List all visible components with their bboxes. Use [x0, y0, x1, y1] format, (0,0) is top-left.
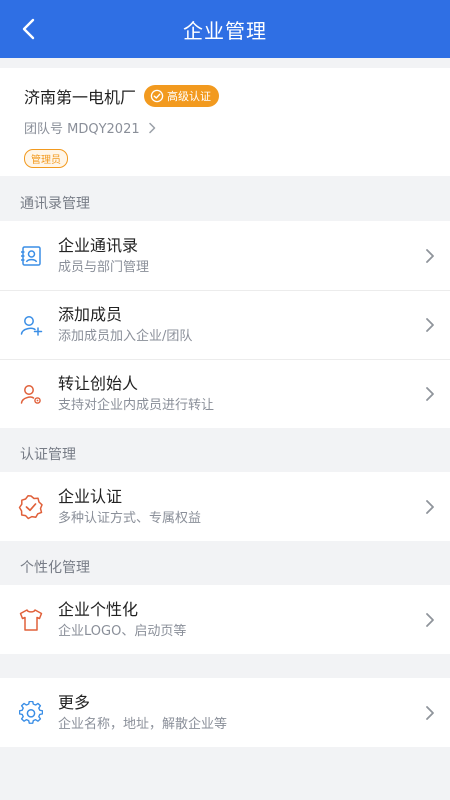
top-bar: 企业管理: [0, 0, 450, 58]
page-title: 企业管理: [183, 18, 267, 43]
chevron-right-icon: [426, 317, 434, 332]
contact-book-icon: [21, 245, 41, 266]
chevron-right-icon: [426, 499, 434, 514]
chevron-right-icon: [426, 612, 434, 627]
menu-item-title: 转让创始人: [58, 373, 139, 393]
certification-list: 企业认证 多种认证方式、专属权益: [0, 472, 450, 541]
menu-item-more[interactable]: 更多 企业名称，地址，解散企业等: [0, 678, 450, 747]
chevron-left-icon: [22, 18, 35, 40]
add-user-icon: [20, 315, 43, 336]
certification-badge: 高级认证: [144, 85, 220, 107]
section-title-contacts: 通讯录管理: [20, 196, 90, 212]
certification-badge-icon: [18, 494, 43, 519]
menu-item-subtitle: 多种认证方式、专属权益: [58, 510, 202, 526]
menu-item-title: 企业认证: [58, 486, 123, 506]
menu-item-add-member[interactable]: 添加成员 添加成员加入企业/团队: [0, 290, 450, 359]
chevron-right-icon: [148, 122, 155, 133]
back-button[interactable]: [12, 13, 44, 45]
contacts-list: 企业通讯录 成员与部门管理 添加成员 添加成员加入企业/团队 转让创始人 支持对…: [0, 221, 450, 428]
menu-item-subtitle: 添加成员加入企业/团队: [58, 328, 193, 344]
menu-item-subtitle: 成员与部门管理: [58, 259, 150, 275]
chevron-right-icon: [426, 386, 434, 401]
more-list: 更多 企业名称，地址，解散企业等: [0, 678, 450, 747]
menu-item-subtitle: 企业LOGO、启动页等: [58, 623, 187, 639]
role-tag: 管理员: [24, 149, 68, 168]
menu-item-title: 添加成员: [58, 304, 123, 324]
chevron-right-icon: [426, 248, 434, 263]
menu-item-company-personalization[interactable]: 企业个性化 企业LOGO、启动页等: [0, 585, 450, 654]
transfer-user-icon: [20, 384, 41, 404]
chevron-right-icon: [426, 705, 434, 720]
menu-item-title: 企业个性化: [58, 599, 139, 619]
company-name: 济南第一电机厂: [24, 88, 137, 107]
personalization-list: 企业个性化 企业LOGO、启动页等: [0, 585, 450, 654]
section-title-certification: 认证管理: [20, 447, 76, 463]
gear-icon: [19, 700, 43, 724]
team-number-link[interactable]: 团队号 MDQY2021: [24, 118, 426, 137]
company-card: 济南第一电机厂 高级认证 团队号 MDQY2021 管理员: [0, 68, 450, 176]
menu-item-title: 更多: [58, 692, 91, 712]
menu-item-subtitle: 企业名称，地址，解散企业等: [58, 716, 228, 732]
check-badge-icon: [150, 89, 164, 103]
section-title-personalization: 个性化管理: [20, 560, 90, 576]
menu-item-company-certification[interactable]: 企业认证 多种认证方式、专属权益: [0, 472, 450, 541]
menu-item-transfer-founder[interactable]: 转让创始人 支持对企业内成员进行转让: [0, 359, 450, 428]
menu-item-title: 企业通讯录: [58, 235, 139, 255]
tshirt-icon: [19, 608, 43, 631]
team-number: 团队号 MDQY2021: [24, 122, 140, 137]
menu-item-subtitle: 支持对企业内成员进行转让: [58, 397, 215, 413]
menu-item-company-contacts[interactable]: 企业通讯录 成员与部门管理: [0, 221, 450, 290]
